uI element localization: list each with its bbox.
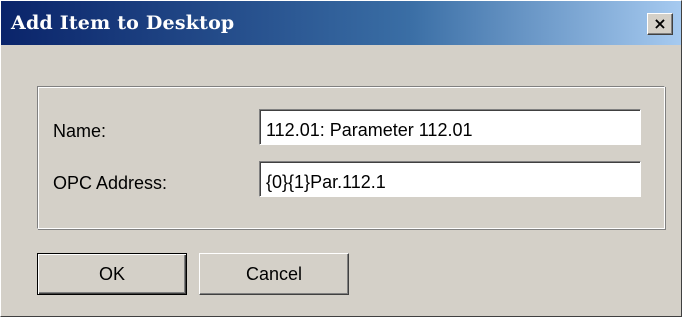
item-details-group xyxy=(37,86,665,229)
title-bar[interactable]: Add Item to Desktop × xyxy=(1,1,681,45)
add-item-dialog: Add Item to Desktop × Name: OPC Address:… xyxy=(0,0,682,317)
opc-address-label: OPC Address: xyxy=(53,173,168,193)
close-icon: × xyxy=(653,14,667,33)
name-label: Name: xyxy=(53,121,107,141)
name-input[interactable] xyxy=(259,109,641,145)
ok-button[interactable]: OK xyxy=(37,253,187,295)
cancel-button[interactable]: Cancel xyxy=(199,253,349,295)
close-button[interactable]: × xyxy=(647,13,673,35)
dialog-title: Add Item to Desktop xyxy=(11,12,235,34)
opc-address-input[interactable] xyxy=(259,161,641,197)
